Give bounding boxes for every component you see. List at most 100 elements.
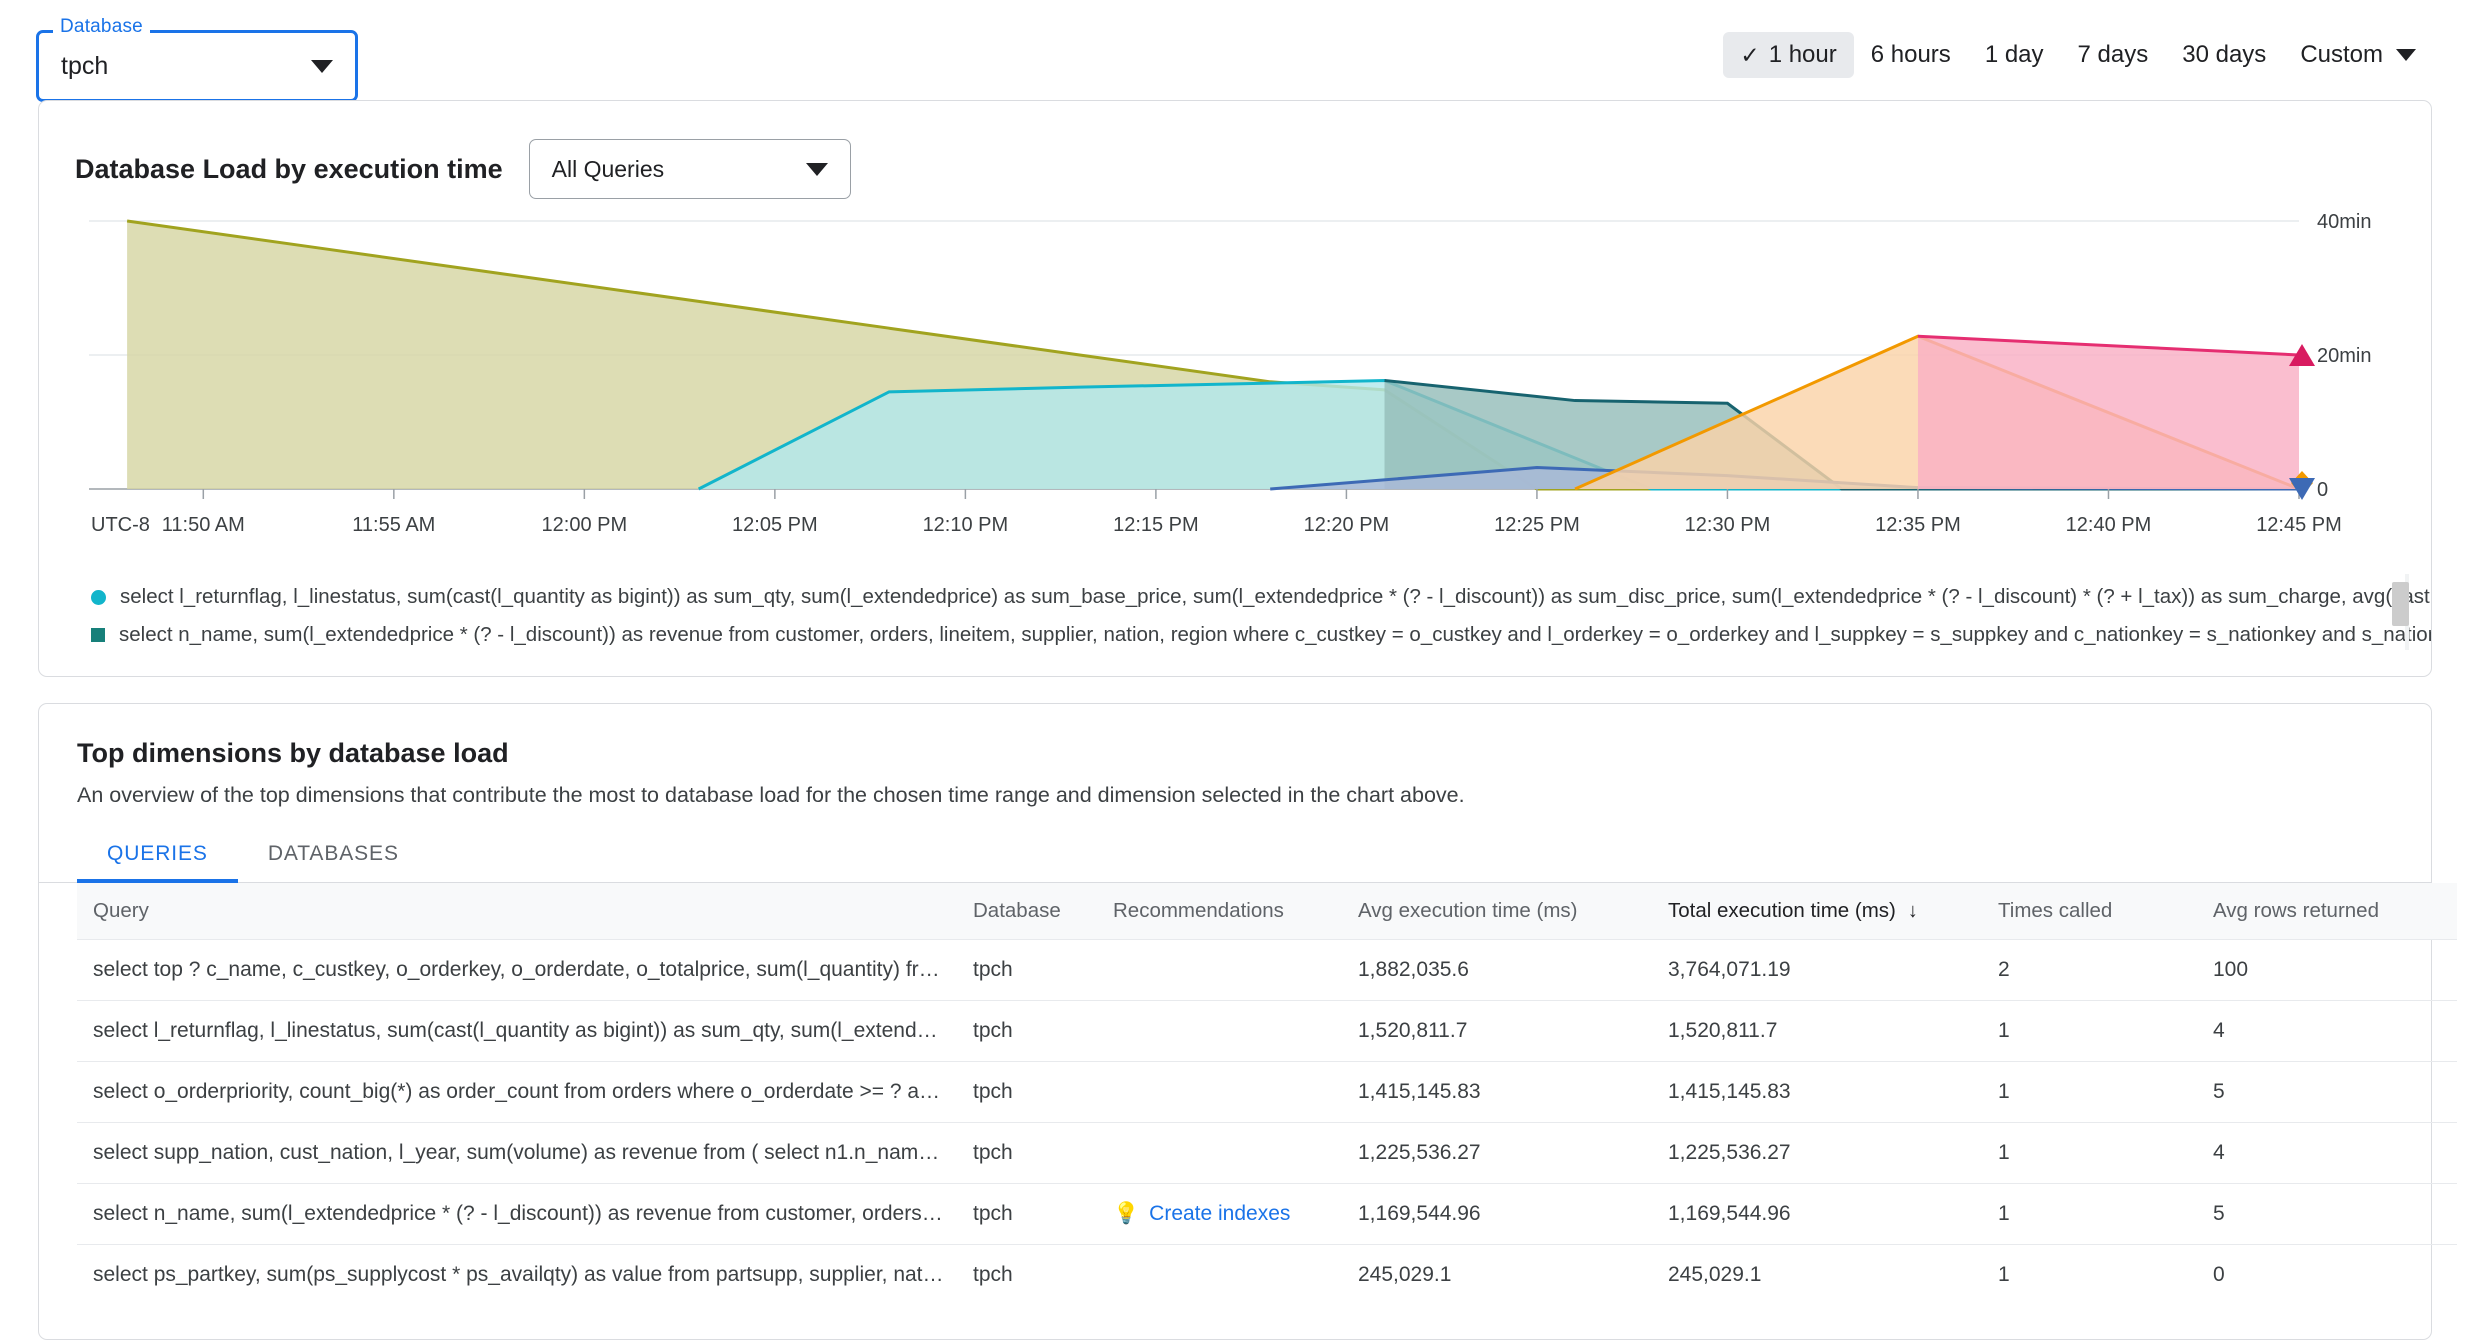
time-range-label: 7 days [2077, 41, 2149, 68]
table-row[interactable]: select top ? c_name, c_custkey, o_orderk… [77, 939, 2457, 1001]
y-axis-tick-label: 20min [2317, 345, 2371, 367]
database-load-chart-card: Database Load by execution time All Quer… [38, 100, 2432, 677]
table-row[interactable]: select n_name, sum(l_extendedprice * (? … [77, 1183, 2457, 1245]
cell-times-called: 1 [1982, 1000, 2197, 1062]
time-range-option-30-days[interactable]: 30 days [2165, 32, 2283, 78]
cell-total-execution-time: 1,225,536.27 [1652, 1122, 1982, 1184]
cell-total-execution-time: 3,764,071.19 [1652, 939, 1982, 1001]
cell-query[interactable]: select supp_nation, cust_nation, l_year,… [77, 1122, 957, 1184]
x-axis-tick-label: 12:25 PM [1494, 514, 1580, 536]
create-indexes-link[interactable]: 💡 Create indexes [1113, 1202, 1290, 1226]
cell-total-execution-time: 1,520,811.7 [1652, 1000, 1982, 1062]
y-axis-tick-label: 40min [2317, 211, 2371, 233]
cell-recommendations [1097, 1245, 1342, 1306]
cell-recommendations [1097, 1061, 1342, 1123]
cell-times-called: 1 [1998, 1263, 2010, 1286]
cell-query[interactable]: select top ? c_name, c_custkey, o_orderk… [77, 939, 957, 1001]
dimensions-tabs[interactable]: QUERIES DATABASES [39, 808, 2431, 883]
tab-queries[interactable]: QUERIES [77, 842, 238, 883]
time-range-option-1-hour[interactable]: ✓ 1 hour [1723, 32, 1854, 78]
column-header-avg-execution-time[interactable]: Avg execution time (ms) [1342, 883, 1652, 940]
time-range-label: 6 hours [1870, 41, 1951, 68]
chevron-down-icon[interactable] [805, 162, 828, 176]
query-filter-value: All Queries [551, 155, 665, 182]
x-axis-tick-label: 12:40 PM [2066, 514, 2152, 536]
x-axis-tick-label: 12:30 PM [1685, 514, 1771, 536]
database-select-box[interactable]: tpch [36, 30, 358, 102]
cell-avg-execution-time: 1,225,536.27 [1342, 1122, 1652, 1184]
legend-item[interactable]: select n_name, sum(l_extendedprice * (? … [91, 616, 2431, 654]
query-filter-select[interactable]: All Queries [528, 139, 851, 199]
top-dimensions-subtitle: An overview of the top dimensions that c… [77, 783, 1465, 807]
arrow-down-icon: ↓ [1907, 900, 1918, 922]
lightbulb-icon: 💡 [1113, 1202, 1140, 1225]
x-axis-tick-label: 12:10 PM [923, 514, 1009, 536]
cell-avg-execution-time: 1,520,811.7 [1342, 1000, 1652, 1062]
cell-database: tpch [957, 939, 1097, 1001]
x-axis-tick-label: 12:00 PM [542, 514, 628, 536]
chevron-down-icon[interactable] [311, 59, 333, 73]
cell-query[interactable]: select n_name, sum(l_extendedprice * (? … [77, 1183, 957, 1245]
cell-total-execution-time: 1,415,145.83 [1652, 1061, 1982, 1123]
column-header-avg-rows-returned[interactable]: Avg rows returned [2197, 883, 2457, 940]
column-header-total-execution-time[interactable]: Total execution time (ms) ↓ [1652, 883, 1982, 940]
chevron-down-icon[interactable] [2396, 49, 2416, 61]
timezone-label: UTC-8 [91, 514, 150, 536]
time-range-custom-label: Custom [2300, 41, 2383, 68]
cell-avg-execution-time: 1,415,145.83 [1342, 1061, 1652, 1123]
chart-area-pink[interactable] [1917, 336, 2299, 489]
chart-title: Database Load by execution time [75, 153, 503, 184]
table-body: select top ? c_name, c_custkey, o_orderk… [77, 939, 2457, 1306]
legend-label: select l_returnflag, l_linestatus, sum(c… [120, 585, 2431, 608]
top-dimensions-title: Top dimensions by database load [77, 738, 509, 768]
legend-square-marker-icon [91, 628, 105, 642]
column-header-times-called[interactable]: Times called [1982, 883, 2197, 940]
time-range-label: 30 days [2182, 41, 2267, 68]
legend-item[interactable]: select l_returnflag, l_linestatus, sum(c… [91, 578, 2431, 616]
time-range-label: 1 day [1984, 41, 2044, 68]
column-header-database[interactable]: Database [957, 883, 1097, 940]
time-range-option-custom[interactable]: Custom [2283, 32, 2426, 78]
column-header-recommendations[interactable]: Recommendations [1097, 883, 1342, 940]
tab-label: QUERIES [107, 842, 208, 865]
table-header-row: Query Database Recommendations Avg execu… [77, 883, 2457, 940]
cell-recommendations[interactable]: 💡 Create indexes [1097, 1183, 1342, 1245]
time-range-option-7-days[interactable]: 7 days [2061, 32, 2166, 78]
legend-label: select n_name, sum(l_extendedprice * (? … [119, 623, 2431, 646]
cell-avg-execution-time: 1,169,544.96 [1342, 1183, 1652, 1245]
tab-label: DATABASES [267, 842, 399, 865]
legend-scrollbar-thumb[interactable] [2392, 582, 2409, 626]
time-range-selector[interactable]: ✓ 1 hour 6 hours 1 day 7 days 30 days Cu… [1723, 32, 2426, 78]
chart-header: Database Load by execution time All Quer… [39, 101, 2431, 199]
column-header-query[interactable]: Query [77, 883, 957, 940]
cell-database: tpch [957, 1122, 1097, 1184]
tab-databases[interactable]: DATABASES [238, 842, 429, 882]
cell-avg-rows-returned: 100 [2197, 939, 2457, 1001]
cell-query[interactable]: select l_returnflag, l_linestatus, sum(c… [77, 1000, 957, 1062]
x-axis-tick-label: 12:20 PM [1304, 514, 1390, 536]
cell-database: tpch [957, 1061, 1097, 1123]
time-range-option-1-day[interactable]: 1 day [1968, 32, 2061, 78]
table-row[interactable]: select ps_partkey, sum(ps_supplycost * p… [77, 1245, 2457, 1306]
table-row[interactable]: select o_orderpriority, count_big(*) as … [77, 1061, 2457, 1123]
x-axis-tick-label: 12:05 PM [732, 514, 818, 536]
cell-recommendations [1097, 939, 1342, 1001]
cell-times-called: 1 [1982, 1122, 2197, 1184]
cell-avg-rows-returned: 4 [2197, 1122, 2457, 1184]
cell-avg-execution-time: 1,882,035.6 [1342, 939, 1652, 1001]
cell-query[interactable]: select ps_partkey, sum(ps_supplycost * p… [77, 1245, 957, 1306]
chart-legend[interactable]: select l_returnflag, l_linestatus, sum(c… [39, 574, 2431, 676]
database-load-area-chart[interactable]: 0 20min 40min UTC-8 11:50 AM 11:55 AM 12:00 PM… [39, 199, 2431, 569]
database-selector[interactable]: tpch Database [36, 16, 358, 102]
database-selected-value: tpch [61, 51, 109, 80]
x-axis-tick-label: 11:50 AM [162, 514, 245, 536]
database-field-label: Database [53, 16, 150, 38]
x-axis-tick-label: 11:55 AM [352, 514, 435, 536]
table-row[interactable]: select l_returnflag, l_linestatus, sum(c… [77, 1000, 2457, 1062]
cell-query[interactable]: select o_orderpriority, count_big(*) as … [77, 1061, 957, 1123]
cell-database: tpch [957, 1000, 1097, 1062]
chart-plot-area[interactable]: 0 20min 40min UTC-8 11:50 AM 11:55 AM 12:00 PM… [39, 199, 2431, 574]
table-row[interactable]: select supp_nation, cust_nation, l_year,… [77, 1122, 2457, 1184]
time-range-option-6-hours[interactable]: 6 hours [1854, 32, 1968, 78]
legend-circle-marker-icon [91, 589, 106, 605]
